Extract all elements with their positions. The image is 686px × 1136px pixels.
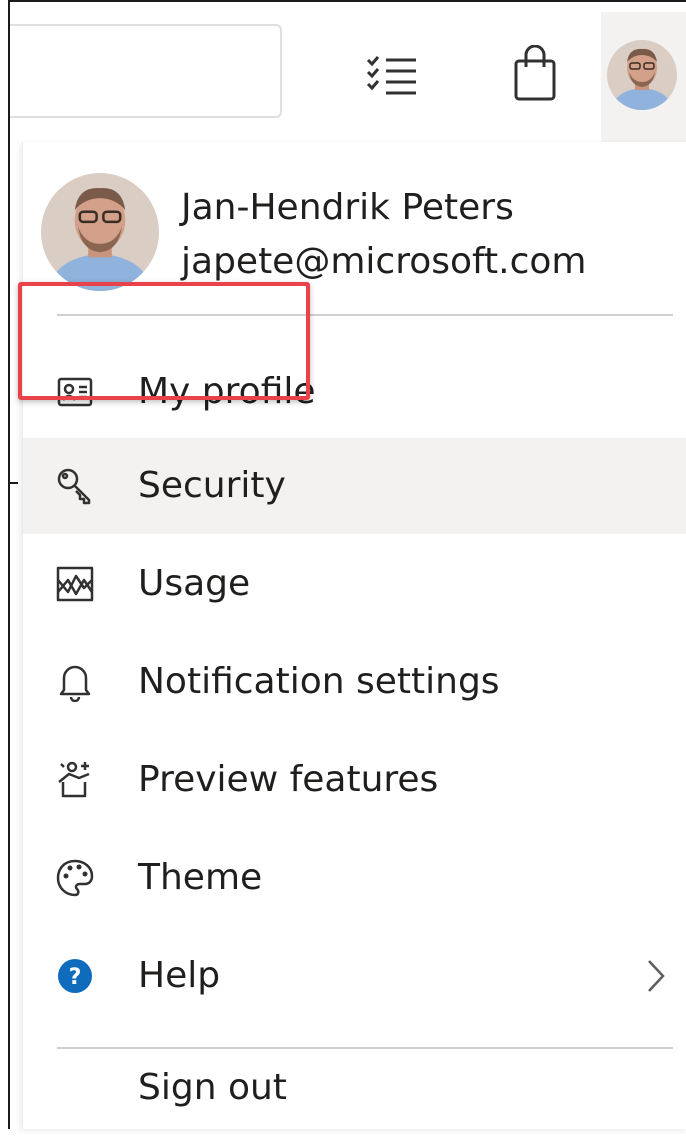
menu-item-label: Help [138,955,221,996]
preview-gift-icon [55,760,95,800]
menu-item-usage[interactable]: Usage [23,536,686,632]
sign-out-label: Sign out [138,1067,287,1108]
menu-item-label: Notification settings [138,661,500,702]
chevron-right-icon [641,956,671,996]
menu-item-preview-features[interactable]: Preview features [23,732,686,828]
tasks-list-icon[interactable] [362,46,422,106]
shopping-bag-icon[interactable] [507,42,563,106]
menu-item-help[interactable]: ? Help [23,928,686,1024]
account-button[interactable] [601,12,686,142]
menu-item-label: Usage [138,563,251,604]
user-name: Jan-Hendrik Peters [181,187,514,228]
window-frame-left [8,0,10,1129]
frame-tick [10,482,18,484]
menu-item-theme[interactable]: Theme [23,830,686,926]
key-icon [55,466,95,506]
help-circle-icon: ? [55,956,95,996]
security-highlight-box [18,282,310,400]
palette-icon [55,858,95,898]
usage-chart-icon [55,564,95,604]
svg-text:?: ? [69,965,82,990]
search-input[interactable] [10,24,282,118]
menu-item-label: Theme [138,857,263,898]
avatar [607,40,677,110]
avatar [41,173,159,291]
bell-icon [55,662,95,702]
menu-item-label: Preview features [138,759,439,800]
menu-item-label: Security [138,465,286,506]
menu-item-notification-settings[interactable]: Notification settings [23,634,686,730]
sign-out-button[interactable]: Sign out [23,1040,686,1136]
user-email: japete@microsoft.com [181,241,587,282]
menu-item-security[interactable]: Security [23,438,686,534]
top-bar [10,2,686,142]
